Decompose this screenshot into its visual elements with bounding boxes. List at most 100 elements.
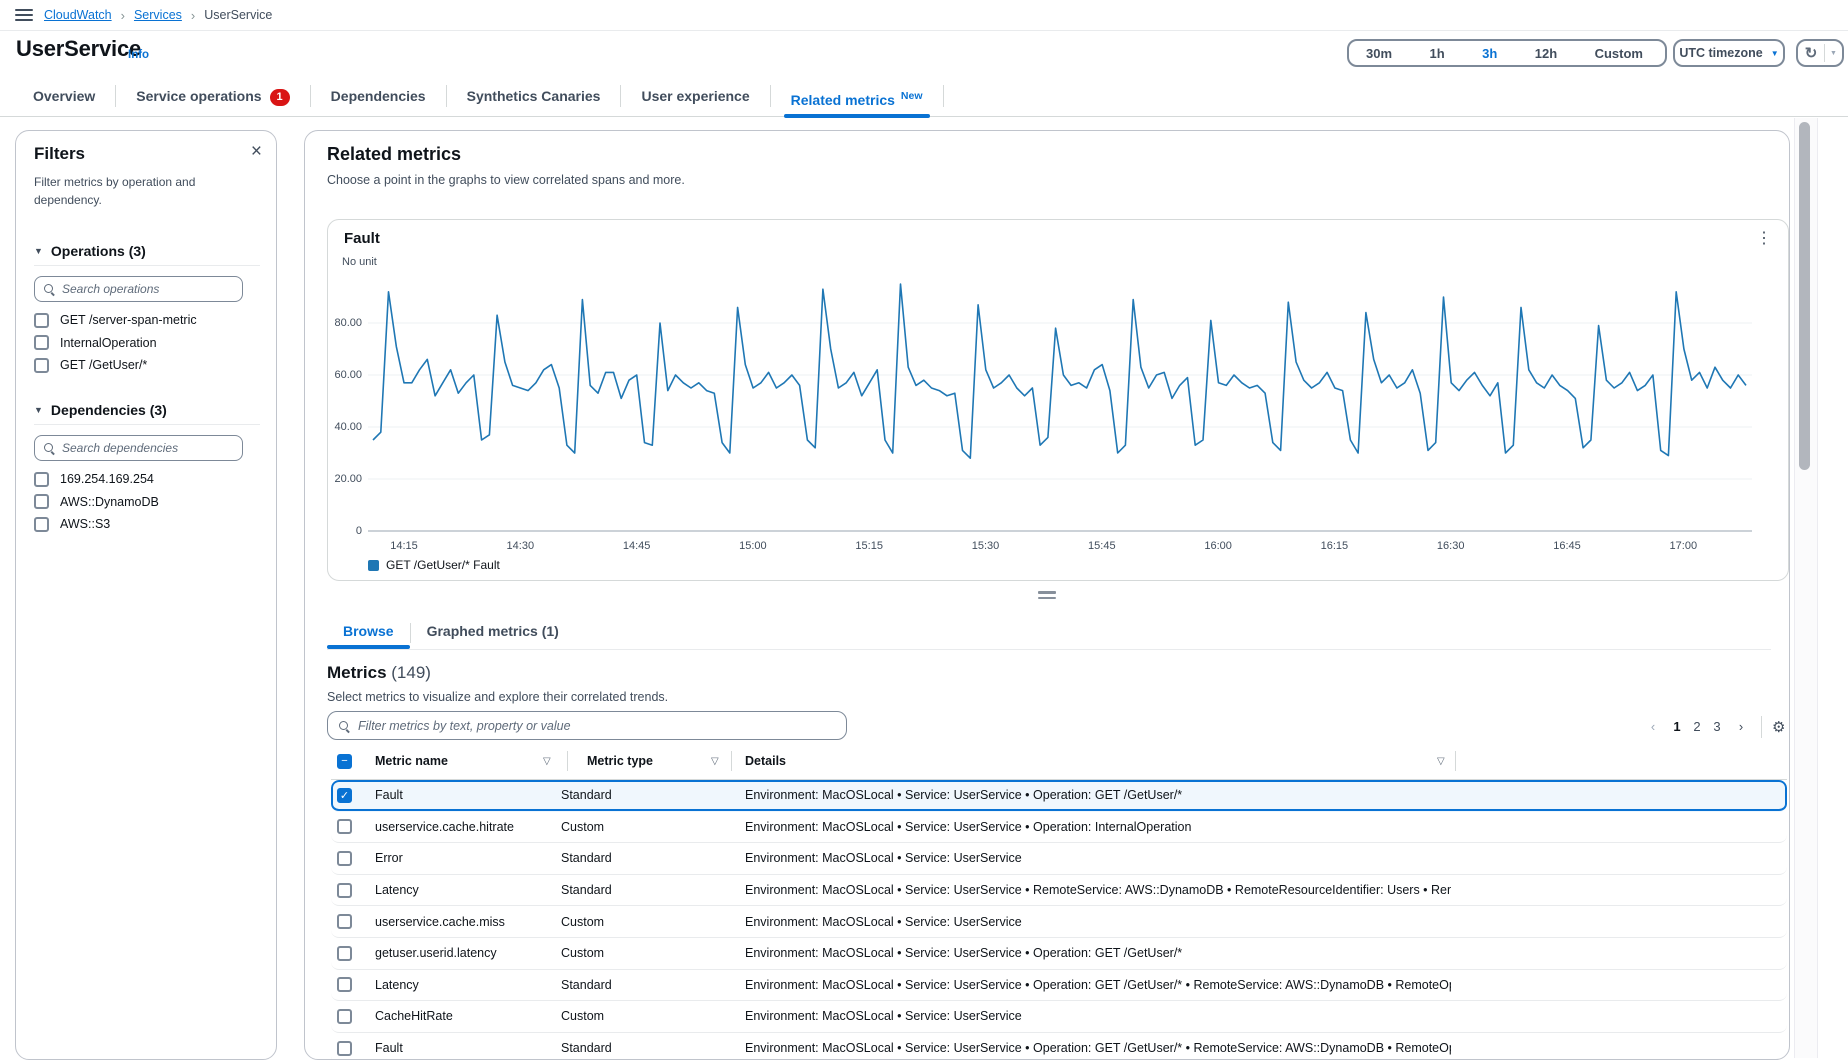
tab[interactable]: Dependencies [311, 75, 446, 117]
metric-details-link[interactable]: Environment: MacOSLocal • Service: UserS… [745, 883, 1451, 897]
time-range-label: Custom [1595, 46, 1643, 61]
table-row[interactable]: getuser.userid.latency Custom Environmen… [331, 938, 1787, 970]
search-icon [43, 283, 55, 295]
pagination-next-icon[interactable]: › [1731, 714, 1751, 740]
metrics-filter-input[interactable] [358, 719, 846, 733]
operations-section-header[interactable]: ▼ Operations (3) [34, 243, 146, 259]
checkbox[interactable] [34, 335, 49, 350]
time-range-option[interactable]: 1h [1418, 45, 1460, 61]
refresh-button[interactable]: ↻ [1798, 41, 1824, 65]
section-title: Related metrics [327, 144, 461, 165]
row-checkbox[interactable] [337, 851, 352, 866]
time-range-option[interactable]: 30m [1355, 45, 1408, 61]
row-checkbox[interactable] [337, 883, 352, 898]
legend-label: GET /GetUser/* Fault [386, 558, 500, 572]
metric-name-cell: userservice.cache.miss [375, 915, 505, 929]
dependencies-search-input[interactable] [62, 441, 222, 455]
pagination-page[interactable]: 3 [1707, 714, 1727, 740]
time-range-option[interactable]: Custom [1584, 45, 1659, 61]
metric-type-cell: Custom [561, 1009, 604, 1023]
scrollbar-track[interactable] [1794, 118, 1818, 1058]
metric-type-cell: Custom [561, 946, 604, 960]
refresh-control: ↻ ▼ [1796, 39, 1844, 67]
pagination-page[interactable]: 1 [1667, 714, 1687, 740]
table-row[interactable]: Error Standard Environment: MacOSLocal •… [331, 843, 1787, 875]
metric-details-link[interactable]: Environment: MacOSLocal • Service: UserS… [745, 1041, 1451, 1055]
metric-details-link[interactable]: Environment: MacOSLocal • Service: UserS… [745, 978, 1451, 992]
tab[interactable]: Overview [13, 75, 115, 117]
time-range-option[interactable]: 12h [1524, 45, 1573, 61]
row-checkbox[interactable] [337, 819, 352, 834]
checkbox[interactable] [34, 494, 49, 509]
metric-details-link[interactable]: Environment: MacOSLocal • Service: UserS… [745, 788, 1182, 802]
top-bar: CloudWatch › Services › UserService [0, 0, 1848, 31]
tab[interactable]: Synthetics Canaries [447, 75, 621, 117]
table-row[interactable]: Latency Standard Environment: MacOSLocal… [331, 970, 1787, 1002]
table-row[interactable]: ✓ Fault Standard Environment: MacOSLocal… [331, 780, 1787, 812]
metric-details-link[interactable]: Environment: MacOSLocal • Service: UserS… [745, 915, 1022, 929]
dependencies-section-header[interactable]: ▼ Dependencies (3) [34, 402, 167, 418]
chevron-right-icon: › [121, 8, 125, 23]
dependency-filter-item[interactable]: AWS::DynamoDB [34, 491, 264, 514]
metric-details-link[interactable]: Environment: MacOSLocal • Service: UserS… [745, 820, 1191, 834]
operations-search-input[interactable] [62, 282, 222, 296]
row-checkbox[interactable] [337, 977, 352, 992]
pagination-prev-icon[interactable]: ‹ [1643, 714, 1663, 740]
operation-filter-item[interactable]: GET /server-span-metric [34, 309, 264, 332]
dependency-filter-item[interactable]: 169.254.169.254 [34, 468, 264, 491]
menu-icon[interactable] [15, 9, 33, 21]
metrics-table: − Metric name ▽ Metric type ▽ Details ▽ … [331, 743, 1787, 1060]
metric-details-link[interactable]: Environment: MacOSLocal • Service: UserS… [745, 1009, 1022, 1023]
table-row[interactable]: CacheHitRate Custom Environment: MacOSLo… [331, 1001, 1787, 1033]
row-checkbox[interactable]: ✓ [337, 788, 352, 803]
info-link[interactable]: Info [128, 49, 149, 61]
metric-details-link[interactable]: Environment: MacOSLocal • Service: UserS… [745, 851, 1022, 865]
metric-name-cell: Error [375, 851, 403, 865]
time-range-option[interactable]: 3h [1471, 45, 1513, 61]
checkbox[interactable] [34, 313, 49, 328]
checkbox[interactable] [34, 358, 49, 373]
breadcrumb-cloudwatch[interactable]: CloudWatch [44, 8, 112, 22]
tab-browse[interactable]: Browse [327, 616, 410, 649]
refresh-options-button[interactable]: ▼ [1825, 41, 1842, 65]
row-checkbox[interactable] [337, 914, 352, 929]
operation-filter-item[interactable]: InternalOperation [34, 332, 264, 355]
fault-chart-plot[interactable]: 80.0060.0040.0020.000 14:1514:3014:4515:… [368, 280, 1752, 536]
time-range-label: 30m [1366, 46, 1392, 61]
dependency-filter-item[interactable]: AWS::S3 [34, 513, 264, 536]
metric-details-cell: Environment: MacOSLocal • Service: UserS… [745, 820, 1451, 834]
pagination-page[interactable]: 2 [1687, 714, 1707, 740]
resize-handle[interactable] [1038, 591, 1056, 602]
checkbox[interactable] [34, 517, 49, 532]
tab-label: Related metrics [791, 92, 895, 108]
table-row[interactable]: userservice.cache.miss Custom Environmen… [331, 906, 1787, 938]
tab-graphed-metrics[interactable]: Graphed metrics (1) [411, 616, 575, 649]
metrics-heading: Metrics (149) [327, 663, 431, 683]
metric-details-link[interactable]: Environment: MacOSLocal • Service: UserS… [745, 946, 1182, 960]
scrollbar-thumb[interactable] [1799, 122, 1810, 470]
metric-type-cell: Standard [561, 1041, 612, 1055]
timezone-select[interactable]: UTC timezone ▼ [1673, 39, 1785, 67]
row-checkbox[interactable] [337, 946, 352, 961]
breadcrumb-services[interactable]: Services [134, 8, 182, 22]
row-checkbox[interactable] [337, 1009, 352, 1024]
kebab-menu-icon[interactable]: ⋮ [1756, 228, 1772, 248]
tab[interactable]: Service operations1 [116, 75, 309, 117]
checkbox[interactable] [34, 472, 49, 487]
close-icon[interactable]: × [251, 141, 262, 163]
chevron-down-icon: ▼ [1830, 50, 1837, 57]
filter-icon[interactable]: ▽ [711, 756, 719, 767]
tab-new-badge: New [901, 90, 923, 102]
tab[interactable]: Related metrics New [771, 75, 943, 117]
row-checkbox[interactable] [337, 1041, 352, 1056]
operation-filter-item[interactable]: GET /GetUser/* [34, 354, 264, 377]
filter-icon[interactable]: ▽ [543, 756, 551, 767]
table-row[interactable]: userservice.cache.hitrate Custom Environ… [331, 812, 1787, 844]
dependency-label: 169.254.169.254 [60, 472, 154, 486]
filter-icon[interactable]: ▽ [1437, 756, 1445, 767]
select-all-checkbox[interactable]: − [337, 754, 352, 769]
gear-icon[interactable]: ⚙ [1772, 718, 1785, 736]
table-row[interactable]: Fault Standard Environment: MacOSLocal •… [331, 1033, 1787, 1060]
tab[interactable]: User experience [621, 75, 769, 117]
table-row[interactable]: Latency Standard Environment: MacOSLocal… [331, 875, 1787, 907]
